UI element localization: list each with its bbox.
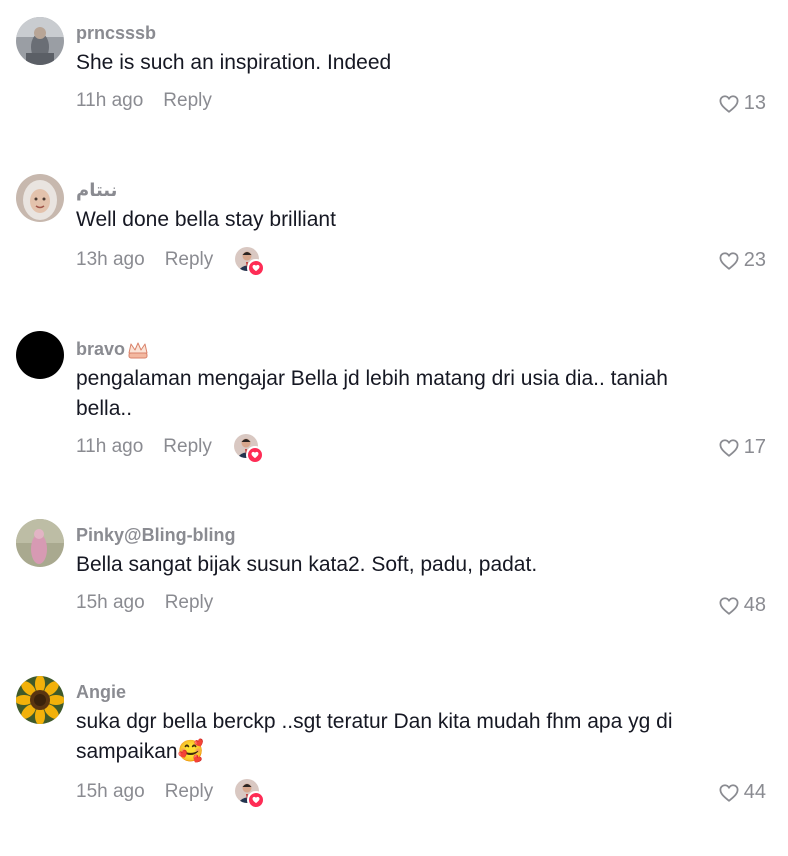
user-avatar[interactable] — [16, 676, 64, 724]
comment-meta: 15h ago Reply — [76, 592, 235, 614]
comment-username[interactable]: bravo — [76, 339, 149, 360]
heart-outline-icon — [719, 438, 739, 457]
comment-meta: 11h ago Reply — [76, 90, 234, 112]
comment-text: She is such an inspiration. Indeed — [76, 51, 392, 74]
comment-text: pengalaman mengajar Bella jd lebih matan… — [76, 367, 668, 420]
liked-by-creator-badge — [235, 247, 266, 277]
comment-username[interactable]: prncsssb — [76, 23, 156, 44]
user-avatar[interactable] — [16, 174, 64, 222]
liked-by-creator-badge — [233, 434, 264, 464]
comment-meta: 13h ago Reply — [76, 247, 266, 277]
profile-photo-icon — [16, 17, 64, 65]
heart-outline-icon — [719, 94, 739, 113]
comment-meta: 15h ago Reply — [76, 779, 266, 809]
like-button[interactable]: 44 — [719, 781, 766, 804]
like-count: 13 — [743, 92, 766, 114]
comment-timestamp: 15h ago — [76, 592, 145, 613]
comment-text: Bella sangat bijak susun kata2. Soft, pa… — [76, 553, 538, 576]
like-count: 17 — [743, 436, 766, 458]
heart-filled-icon — [247, 791, 266, 809]
comment-timestamp: 11h ago — [76, 90, 144, 111]
comment-text: suka dgr bella berckp ..sgt teratur Dan … — [76, 710, 673, 763]
comment-username[interactable]: Pinky@Bling-bling — [76, 525, 236, 546]
comment-timestamp: 15h ago — [76, 781, 145, 802]
reply-button[interactable]: Reply — [165, 592, 214, 614]
like-button[interactable]: 13 — [719, 92, 766, 115]
heart-filled-icon — [247, 259, 266, 277]
liked-by-creator-badge — [235, 779, 266, 809]
reply-button[interactable]: Reply — [163, 90, 212, 112]
reply-button[interactable]: Reply — [165, 249, 214, 271]
user-avatar[interactable] — [16, 519, 64, 567]
like-button[interactable]: 17 — [719, 436, 766, 459]
profile-photo-icon — [16, 174, 64, 222]
comment-username[interactable]: Angie — [76, 682, 126, 703]
user-avatar[interactable] — [16, 331, 64, 379]
comment-username[interactable]: نىتام — [76, 180, 117, 201]
heart-filled-icon — [245, 446, 264, 464]
crown-emoji-icon — [128, 342, 148, 358]
like-count: 48 — [743, 594, 766, 616]
sunflower-avatar-icon — [16, 676, 64, 724]
heart-outline-icon — [719, 251, 739, 270]
like-button[interactable]: 48 — [719, 594, 766, 617]
reply-button[interactable]: Reply — [163, 436, 212, 458]
reply-button[interactable]: Reply — [165, 781, 214, 803]
user-avatar[interactable] — [16, 17, 64, 65]
profile-photo-icon — [16, 519, 64, 567]
like-count: 44 — [743, 781, 766, 803]
like-count: 23 — [743, 249, 766, 271]
black-circle-avatar-icon — [16, 331, 64, 379]
comment-meta: 11h ago Reply — [76, 434, 264, 464]
like-button[interactable]: 23 — [719, 249, 766, 272]
comment-text: Well done bella stay brilliant — [76, 208, 336, 231]
heart-outline-icon — [719, 596, 739, 615]
comment-timestamp: 13h ago — [76, 249, 145, 270]
comment-timestamp: 11h ago — [76, 436, 144, 457]
heart-outline-icon — [719, 783, 739, 802]
